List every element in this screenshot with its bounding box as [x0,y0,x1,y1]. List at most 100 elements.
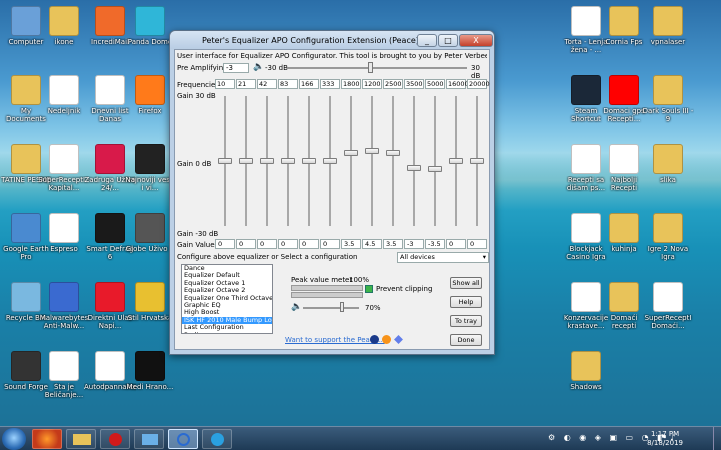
clock[interactable]: 1:17 PM 8/18/2019 [647,430,683,448]
desktop-icon[interactable]: Igre 2 Nova Igra [642,213,694,261]
bitcoin-icon[interactable] [382,335,391,344]
media-taskbar-icon[interactable] [100,429,130,449]
eq-slider[interactable] [257,92,277,232]
gain-value-field[interactable]: 3.5 [341,239,361,249]
eq-slider[interactable] [320,92,340,232]
show-desktop-button[interactable] [713,427,721,450]
speaker-icon[interactable]: 🔈 [253,62,264,72]
maximize-button[interactable]: □ [438,33,458,47]
paypal-icon[interactable] [370,335,379,344]
remote-desktop-taskbar-icon[interactable] [134,429,164,449]
gain-value-field[interactable]: -3.5 [425,239,445,249]
pre-amp-value-field[interactable]: -3 [223,63,249,73]
title-bar[interactable]: Peter's Equalizer APO Configuration Exte… [170,31,494,49]
gain-value-field[interactable]: -3 [404,239,424,249]
eq-slider[interactable] [299,92,319,232]
done-button[interactable]: Done [450,334,482,346]
frequency-field[interactable]: 1800 [341,79,361,89]
frequency-field[interactable]: 10 [215,79,235,89]
gain-value-field[interactable]: 0 [467,239,487,249]
eq-slider[interactable] [467,92,487,232]
eq-slider-thumb[interactable] [407,164,421,171]
ethereum-icon[interactable] [394,335,403,344]
firefox-taskbar-icon[interactable] [32,429,62,449]
volume-slider-thumb[interactable] [340,302,345,312]
eq-slider-thumb[interactable] [470,158,484,164]
frequency-field[interactable]: 333 [320,79,340,89]
close-button[interactable]: X [459,33,493,47]
frequency-field[interactable]: 16000 [446,79,469,89]
gain-value-field[interactable]: 0 [278,239,298,249]
desktop-icon[interactable]: SuperReceptI Domaći... [642,282,694,330]
eq-slider[interactable] [383,92,403,232]
app-icon [135,6,165,36]
eq-slider[interactable] [215,92,235,232]
eq-slider[interactable] [341,92,361,232]
to-tray-button[interactable]: To tray [450,315,482,327]
volume-slider-track[interactable] [303,307,359,309]
eq-slider-track [371,96,373,226]
eq-slider-thumb[interactable] [260,158,274,164]
preset-item[interactable]: Radio [182,331,272,333]
gain-value-field[interactable]: 4.5 [362,239,382,249]
eq-slider-thumb[interactable] [323,158,337,164]
eq-slider-thumb[interactable] [218,158,232,164]
gain-value-field[interactable]: 0 [299,239,319,249]
frequency-field[interactable]: 166 [299,79,319,89]
gain-value-field[interactable]: 0 [320,239,340,249]
volume-speaker-icon[interactable]: 🔈 [291,302,302,312]
gain-value-field[interactable]: 3.5 [383,239,403,249]
eq-slider[interactable] [404,92,424,232]
pre-amp-min-label: -30 dB [265,64,288,72]
preset-list[interactable]: Dance Equalizer Default Equalizer Octave 1… [181,264,273,334]
desktop-icon[interactable]: Šta je Beličanje... [38,351,90,399]
desktop-icon[interactable]: Shadows [560,351,612,399]
gain-value-field[interactable]: 0 [236,239,256,249]
frequency-field[interactable]: 83 [278,79,298,89]
desktop-icon[interactable]: Medi Hrano... [124,351,176,399]
frequency-field[interactable]: 5000 [425,79,445,89]
prevent-clipping-checkbox[interactable] [365,285,373,293]
app-icon [653,213,683,243]
frequency-field[interactable]: 1200 [362,79,382,89]
eq-slider-thumb[interactable] [344,150,358,157]
gain-value-field[interactable]: 0 [215,239,235,249]
frequency-field[interactable]: 3500 [404,79,424,89]
eq-slider-thumb[interactable] [386,150,400,157]
gain-value-field[interactable]: 0 [257,239,277,249]
desktop-icon[interactable]: slika [642,144,694,192]
device-select[interactable]: All devices ▾ [397,252,489,263]
eq-slider-thumb[interactable] [449,158,463,164]
eq-slider[interactable] [236,92,256,232]
desktop-icon[interactable]: Dark Souls III - 9 [642,75,694,123]
eq-slider[interactable] [362,92,382,232]
pre-amp-slider-thumb[interactable] [368,62,373,73]
desktop-icon[interactable]: Nedeljnik [38,75,90,123]
eq-slider-thumb[interactable] [239,158,253,164]
eq-slider[interactable] [278,92,298,232]
eq-slider[interactable] [425,92,445,232]
minimize-button[interactable]: _ [417,33,437,47]
eq-slider-thumb[interactable] [428,165,442,172]
start-button[interactable] [2,428,26,450]
pre-amp-slider-track[interactable] [287,67,467,69]
peace-taskbar-icon[interactable] [168,429,198,449]
eq-slider-thumb[interactable] [281,158,295,164]
headphones-taskbar-icon[interactable] [202,429,232,449]
eq-slider[interactable] [446,92,466,232]
desktop-icon[interactable]: ikone [38,6,90,54]
eq-slider-thumb[interactable] [365,148,379,155]
show-all-button[interactable]: Show all [450,277,482,289]
gain-value-field[interactable]: 0 [446,239,466,249]
desktop-icon[interactable]: vpnalaser [642,6,694,54]
explorer-taskbar-icon[interactable] [66,429,96,449]
eq-slider-thumb[interactable] [302,158,316,164]
frequency-field[interactable]: 21 [236,79,256,89]
frequency-field[interactable]: 42 [257,79,277,89]
frequency-field[interactable]: 2500 [383,79,403,89]
help-button[interactable]: Help [450,296,482,308]
desktop-icon[interactable]: Malwarebytes Anti-Malw... [38,282,90,330]
frequency-field[interactable]: 20000 [467,79,490,89]
desktop-icon[interactable]: SuperReceptI - Kapital... [38,144,90,192]
desktop-icon[interactable]: Espreso [38,213,90,261]
